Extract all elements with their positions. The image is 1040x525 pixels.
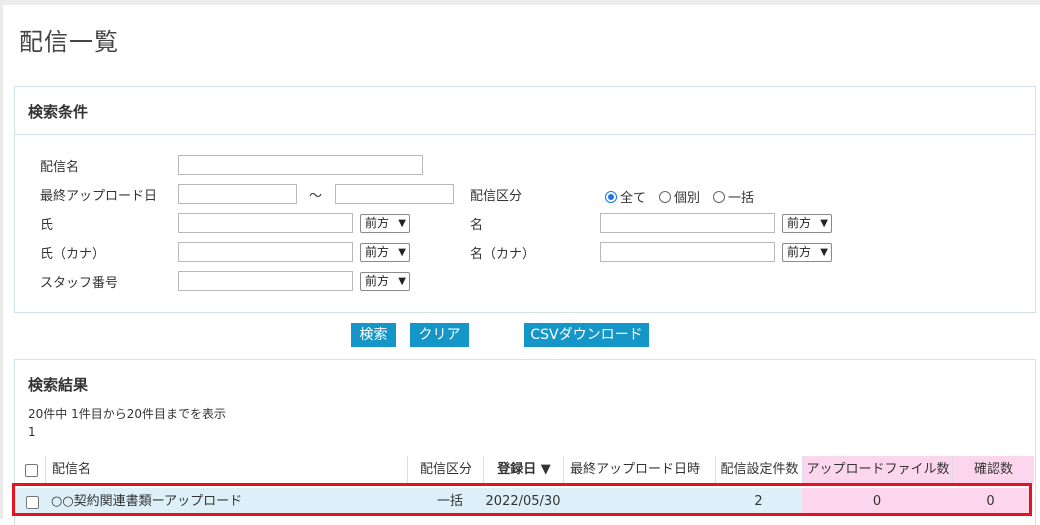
label-mei-kana: 名（カナ） [470,247,536,262]
table-header: 配信名 配信区分 登録日 ▼ 最終アップロード日時 配信設定件数 アップロードフ… [15,456,1034,484]
pagination-page-1[interactable]: 1 [28,425,36,439]
left-border [0,0,3,519]
staff-no-match-value: 前方 [365,274,390,288]
sei-match-value: 前方 [365,216,390,230]
chevron-down-icon: ▼ [398,218,406,229]
search-button[interactable]: 検索 [351,323,396,347]
sei-kana-match-select[interactable]: 前方 ▼ [360,243,410,262]
col-settings-count[interactable]: 配信設定件数 [715,456,803,484]
label-last-upload: 最終アップロード日 [40,189,158,204]
staff-no-input[interactable] [178,271,353,291]
results-panel-header: 検索結果 [15,360,1035,407]
clear-button[interactable]: クリア [410,323,469,347]
col-registered-date[interactable]: 登録日 ▼ [483,456,564,484]
col-confirm-count[interactable]: 確認数 [952,456,1034,484]
chevron-down-icon: ▼ [398,276,406,287]
page-title: 配信一覧 [19,28,119,56]
mei-kana-input[interactable] [600,242,775,262]
sei-kana-match-value: 前方 [365,245,390,259]
results-panel-title: 検索結果 [28,376,89,394]
sei-match-select[interactable]: 前方 ▼ [360,214,410,233]
csv-download-button[interactable]: CSVダウンロード [524,323,649,347]
label-haishin-name: 配信名 [40,160,80,175]
mei-kana-match-value: 前方 [787,245,812,259]
radio-checked-icon [605,190,617,203]
radio-individual-label: 個別 [674,191,701,206]
highlight-frame [12,483,1032,516]
top-border [0,0,1040,5]
range-separator: ～ [309,189,323,204]
search-panel-title: 検索条件 [28,103,89,121]
label-sei: 氏 [40,218,54,233]
label-mei: 名 [470,218,484,233]
col-haishin-kubun[interactable]: 配信区分 [407,456,484,484]
staff-no-match-select[interactable]: 前方 ▼ [360,272,410,291]
chevron-down-icon: ▼ [820,247,828,258]
label-sei-kana: 氏（カナ） [40,247,106,262]
radio-bulk-label: 一括 [728,191,755,206]
haishin-name-input[interactable] [178,155,423,175]
mei-match-select[interactable]: 前方 ▼ [782,214,832,233]
radio-all-label: 全て [620,191,647,206]
last-upload-to-input[interactable] [335,184,454,204]
col-last-upload-datetime[interactable]: 最終アップロード日時 [563,456,722,484]
result-count-text: 20件中 1件目から20件目までを表示 [28,407,226,421]
col-haishin-name[interactable]: 配信名 [45,456,412,484]
mei-match-value: 前方 [787,216,812,230]
mei-kana-match-select[interactable]: 前方 ▼ [782,243,832,262]
chevron-down-icon: ▼ [820,218,828,229]
radio-unchecked-icon [713,190,725,203]
label-haishin-kubun: 配信区分 [470,189,523,204]
last-upload-from-input[interactable] [178,184,297,204]
search-conditions-panel: 検索条件 [14,86,1036,313]
select-all-checkbox[interactable] [25,464,38,477]
radio-unchecked-icon [659,190,671,203]
sei-input[interactable] [178,213,353,233]
mei-input[interactable] [600,213,775,233]
chevron-down-icon: ▼ [398,247,406,258]
sei-kana-input[interactable] [178,242,353,262]
col-upload-file-count[interactable]: アップロードファイル数 [802,456,953,484]
search-panel-header: 検索条件 [15,87,1035,135]
radio-all[interactable]: 全て [605,187,646,206]
radio-individual[interactable]: 個別 [659,187,700,206]
label-staff-no: スタッフ番号 [40,276,119,291]
radio-bulk[interactable]: 一括 [713,187,754,206]
